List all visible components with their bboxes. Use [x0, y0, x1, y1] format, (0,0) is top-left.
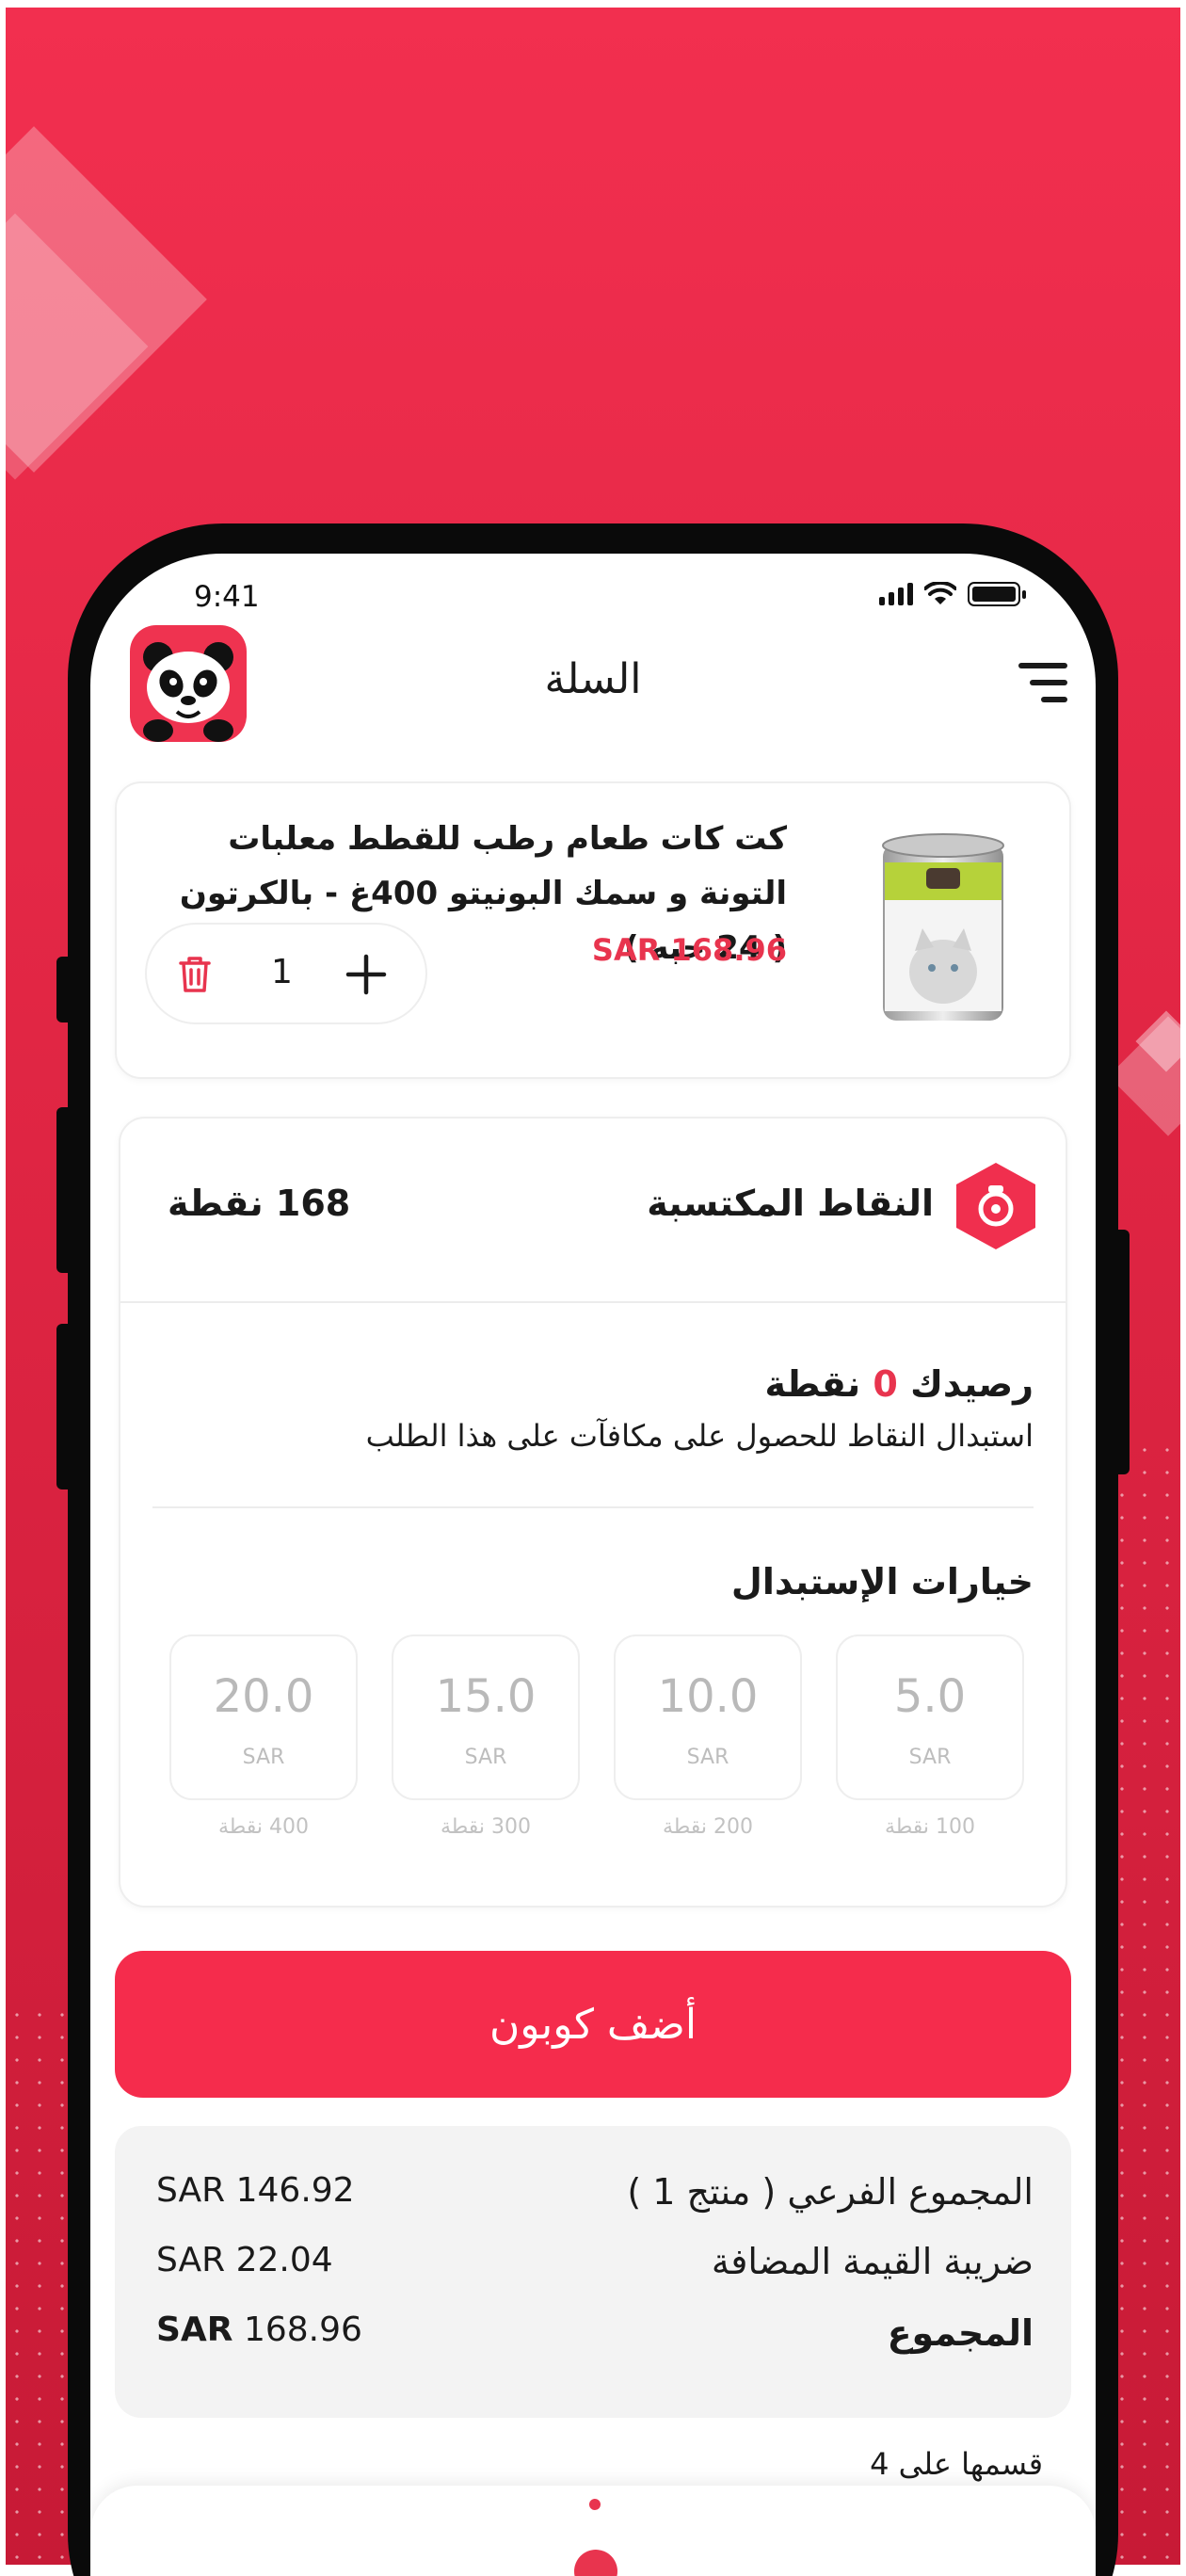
redeem-option-15[interactable]: 15.0 SAR — [392, 1634, 580, 1800]
option-points: 400 نقطة — [217, 1815, 310, 1839]
vat-value: SAR 22.04 — [156, 2241, 333, 2279]
redeem-options-title: خيارات الإستبدال — [730, 1561, 1034, 1602]
total-amount: 168.96 — [243, 2310, 362, 2349]
balance-suffix: نقطة — [764, 1363, 861, 1405]
option-currency: SAR — [464, 1746, 507, 1769]
divider — [120, 1301, 1066, 1303]
indicator-dot — [589, 2499, 601, 2510]
subtotal-label: المجموع الفرعي ( منتج 1 ) — [627, 2171, 1034, 2213]
option-currency: SAR — [686, 1746, 729, 1769]
signal-icon — [879, 583, 913, 605]
balance-prefix: رصيدك — [910, 1363, 1034, 1405]
subtotal-value: SAR 146.92 — [156, 2171, 355, 2210]
battery-icon — [968, 582, 1026, 606]
order-totals: المجموع الفرعي ( منتج 1 ) SAR 146.92 ضري… — [115, 2126, 1071, 2418]
option-currency: SAR — [242, 1746, 285, 1769]
page-title: السلة — [544, 655, 642, 703]
points-card: النقاط المكتسبة 168 نقطة رصيدك 0 نقطة اس… — [119, 1117, 1067, 1908]
vat-label: ضريبة القيمة المضافة — [711, 2241, 1034, 2282]
trash-icon[interactable] — [171, 951, 218, 998]
points-balance: رصيدك 0 نقطة — [765, 1363, 1034, 1405]
points-title: النقاط المكتسبة — [647, 1183, 934, 1224]
status-icons — [879, 582, 1026, 606]
option-amount: 5.0 — [893, 1670, 967, 1723]
option-amount: 10.0 — [657, 1670, 759, 1723]
app-screen: 9:41 السلة كت كات طعام رطب للقطط معلبات … — [90, 554, 1096, 2576]
plus-icon[interactable] — [341, 949, 392, 1000]
status-time: 9:41 — [194, 580, 260, 614]
option-amount: 15.0 — [435, 1670, 537, 1723]
menu-icon[interactable] — [1011, 659, 1067, 706]
divider — [152, 1506, 1034, 1508]
option-points: 300 نقطة — [440, 1815, 532, 1839]
total-label: المجموع — [887, 2312, 1034, 2354]
option-currency: SAR — [908, 1746, 952, 1769]
add-coupon-button[interactable]: أضف كوبون — [115, 1951, 1071, 2098]
option-points: 100 نقطة — [884, 1815, 976, 1839]
redeem-option-20[interactable]: 20.0 SAR — [169, 1634, 358, 1800]
quantity-stepper[interactable]: 1 — [145, 923, 427, 1024]
installments-text: قسمها على 4 — [870, 2446, 1043, 2482]
option-amount: 20.0 — [213, 1670, 314, 1723]
total-value: SAR 168.96 — [156, 2310, 362, 2349]
points-earned: 168 نقطة — [168, 1183, 351, 1224]
total-currency: SAR — [156, 2310, 233, 2349]
product-image[interactable] — [877, 830, 1009, 1028]
redeem-option-10[interactable]: 10.0 SAR — [614, 1634, 802, 1800]
points-badge-icon — [956, 1163, 1035, 1249]
points-description: استبدال النقاط للحصول على مكافآت على هذا… — [365, 1418, 1034, 1454]
option-points: 200 نقطة — [662, 1815, 754, 1839]
wifi-icon — [924, 582, 956, 604]
quantity-value: 1 — [271, 953, 293, 991]
product-price: SAR 168.96 — [591, 932, 787, 968]
balance-value: 0 — [873, 1363, 898, 1405]
cart-item-card: كت كات طعام رطب للقطط معلبات التونة و سم… — [115, 781, 1071, 1079]
app-header: السلة — [90, 620, 1096, 751]
redeem-option-5[interactable]: 5.0 SAR — [836, 1634, 1024, 1800]
